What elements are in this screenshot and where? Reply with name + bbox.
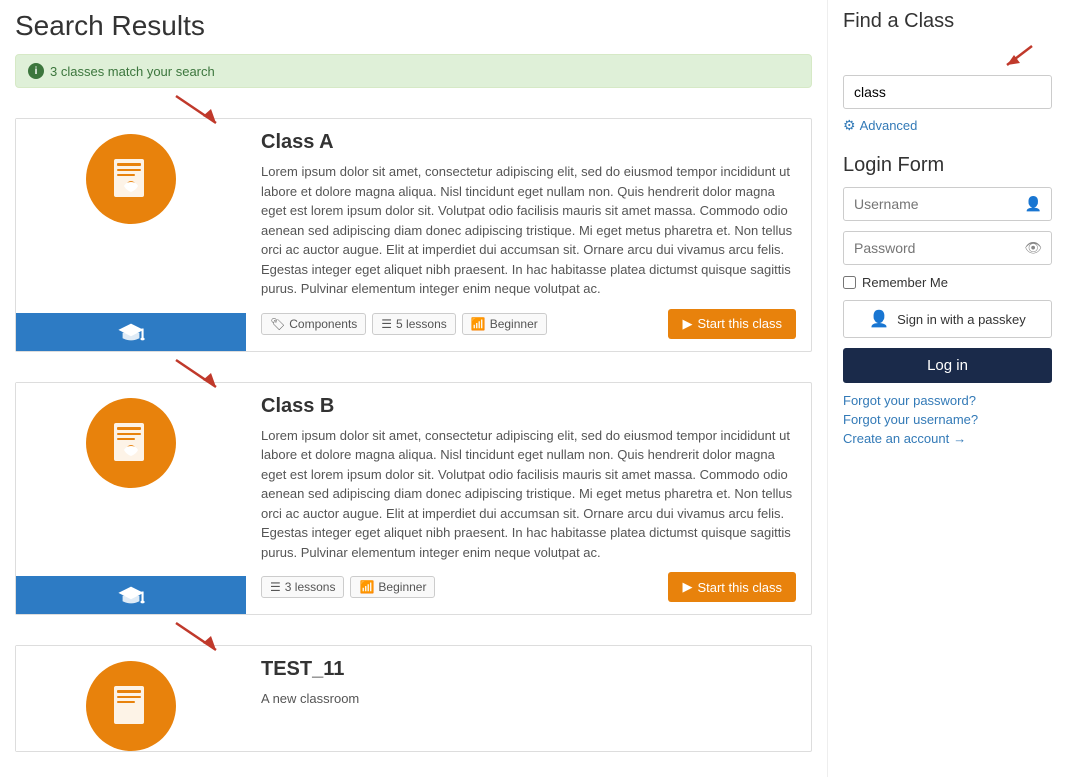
card-body-b: Class B Lorem ipsum dolor sit amet, cons… — [246, 383, 811, 615]
forgot-username-link[interactable]: Forgot your username? — [843, 412, 1052, 427]
arrow-decoration-3 — [171, 618, 231, 658]
password-input[interactable] — [843, 231, 1052, 265]
password-group: 👁 — [843, 231, 1052, 265]
login-form-title: Login Form — [843, 154, 1052, 177]
book-icon — [106, 154, 156, 204]
card-body-test11: TEST_11 A new classroom — [246, 646, 811, 751]
card-image-b — [16, 383, 246, 615]
card-image-a — [16, 119, 246, 351]
graduation-icon-a — [117, 318, 145, 346]
book-icon-test11 — [106, 681, 156, 731]
play-icon-b: ▶ — [682, 579, 692, 595]
sidebar: Find a Class ⚙ Advanced Login Form 👤 — [827, 0, 1067, 777]
card-badges-a: 🏷 Components ☰ 5 lessons 📶 Beginner — [261, 313, 547, 335]
class-card-a: Class A Lorem ipsum dolor sit amet, cons… — [15, 118, 812, 352]
info-icon: i — [28, 63, 44, 79]
class-card-b: Class B Lorem ipsum dolor sit amet, cons… — [15, 382, 812, 616]
badge-lessons-a: ☰ 5 lessons — [372, 313, 455, 335]
card-footer-bar-b — [16, 576, 246, 614]
graduation-icon-b — [117, 581, 145, 609]
card-body-a: Class A Lorem ipsum dolor sit amet, cons… — [246, 119, 811, 351]
card-footer-a: 🏷 Components ☰ 5 lessons 📶 Beginner — [261, 309, 796, 339]
remember-me-label: Remember Me — [862, 275, 948, 290]
eye-icon[interactable]: 👁 — [1024, 240, 1042, 257]
passkey-label: Sign in with a passkey — [897, 312, 1026, 327]
card-badges-b: ☰ 3 lessons 📶 Beginner — [261, 576, 435, 598]
badge-components: 🏷 Components — [261, 313, 366, 335]
user-icon: 👤 — [1025, 196, 1042, 213]
sidebar-links: Forgot your password? Forgot your userna… — [843, 393, 1052, 446]
play-icon-a: ▶ — [682, 316, 692, 332]
badge-beginner-a: 📶 Beginner — [462, 313, 547, 335]
passkey-icon: 👤 — [869, 309, 889, 329]
card-title-b: Class B — [261, 395, 796, 418]
advanced-label: Advanced — [860, 118, 918, 133]
search-info-bar: i 3 classes match your search — [15, 54, 812, 88]
username-input[interactable] — [843, 187, 1052, 221]
bar-icon-b: 📶 — [359, 580, 374, 594]
class-b-icon — [86, 398, 176, 488]
bar-icon-a: 📶 — [471, 317, 486, 331]
username-group: 👤 — [843, 187, 1052, 221]
badge-beginner-b: 📶 Beginner — [350, 576, 435, 598]
search-arrow — [992, 43, 1042, 73]
login-form-section: Login Form 👤 👁 Remember Me 👤 Sign in wit… — [843, 154, 1052, 446]
list-icon-b: ☰ — [270, 580, 281, 594]
remember-me-row: Remember Me — [843, 275, 1052, 290]
card-image-test11 — [16, 646, 246, 751]
test11-icon — [86, 661, 176, 751]
find-class-title: Find a Class — [843, 10, 1052, 33]
card-description-a: Lorem ipsum dolor sit amet, consectetur … — [261, 162, 796, 299]
badge-lessons-b: ☰ 3 lessons — [261, 576, 344, 598]
start-class-b-button[interactable]: ▶ Start this class — [668, 572, 796, 602]
page-title: Search Results — [15, 10, 812, 42]
passkey-button[interactable]: 👤 Sign in with a passkey — [843, 300, 1052, 338]
remember-me-checkbox[interactable] — [843, 276, 856, 289]
login-label: Log in — [927, 357, 968, 374]
search-input-wrap — [843, 75, 1052, 109]
arrow-decoration-1 — [171, 91, 231, 131]
tag-icon: 🏷 — [270, 317, 285, 331]
card-footer-b: ☰ 3 lessons 📶 Beginner ▶ Start this clas… — [261, 572, 796, 602]
start-class-a-button[interactable]: ▶ Start this class — [668, 309, 796, 339]
create-account-link[interactable]: Create an account → — [843, 431, 1052, 446]
find-class-section: Find a Class ⚙ Advanced — [843, 10, 1052, 134]
main-content: Search Results i 3 classes match your se… — [0, 0, 827, 777]
card-title-a: Class A — [261, 131, 796, 154]
card-title-test11: TEST_11 — [261, 658, 796, 681]
card-description-test11: A new classroom — [261, 689, 796, 739]
card-description-b: Lorem ipsum dolor sit amet, consectetur … — [261, 426, 796, 563]
forgot-password-link[interactable]: Forgot your password? — [843, 393, 1052, 408]
card-footer-bar-a — [16, 313, 246, 351]
arrow-decoration-2 — [171, 355, 231, 395]
login-button[interactable]: Log in — [843, 348, 1052, 383]
create-account-label: Create an account — [843, 431, 949, 446]
class-a-icon — [86, 134, 176, 224]
arrow-right-icon: → — [953, 431, 966, 446]
advanced-link[interactable]: ⚙ Advanced — [843, 117, 1052, 134]
search-input[interactable] — [843, 75, 1052, 109]
book-icon-b — [106, 418, 156, 468]
gear-icon: ⚙ — [843, 117, 856, 134]
list-icon-a: ☰ — [381, 317, 392, 331]
search-info-text: 3 classes match your search — [50, 64, 215, 79]
class-card-test11: TEST_11 A new classroom — [15, 645, 812, 752]
